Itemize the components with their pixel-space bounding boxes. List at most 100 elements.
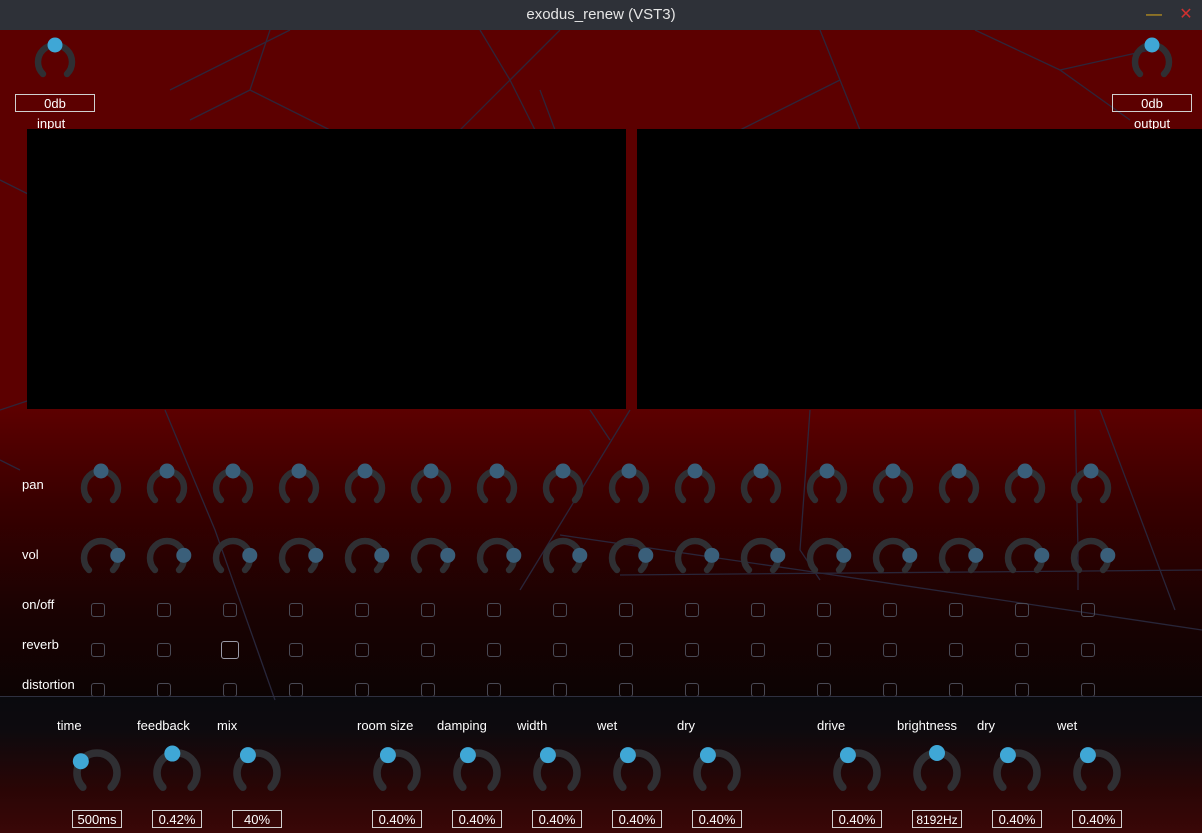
channel-2-onoff-checkbox[interactable] [157,603,171,617]
channel-3-pan-knob[interactable] [206,461,260,515]
reverb-width-value[interactable]: 0.40% [532,810,582,828]
delay-time-value[interactable]: 500ms [72,810,122,828]
channel-5-vol-knob[interactable] [338,531,392,585]
channel-13-vol-knob[interactable] [866,531,920,585]
channel-1-vol-knob[interactable] [74,531,128,585]
channel-9-vol-knob[interactable] [602,531,656,585]
channel-16-reverb-checkbox[interactable] [1081,643,1095,657]
channel-5-pan-knob[interactable] [338,461,392,515]
channel-1-reverb-checkbox[interactable] [91,643,105,657]
input-gain-knob[interactable] [28,35,82,89]
channel-9-pan-knob[interactable] [602,461,656,515]
distortion-wet-knob[interactable] [1067,743,1127,803]
channel-10-reverb-checkbox[interactable] [685,643,699,657]
channel-11-onoff-checkbox[interactable] [751,603,765,617]
channel-6-vol-knob[interactable] [404,531,458,585]
channel-8-reverb-checkbox[interactable] [553,643,567,657]
channel-10-pan-knob[interactable] [668,461,722,515]
delay-mix-value[interactable]: 40% [232,810,282,828]
channel-4-reverb-checkbox[interactable] [289,643,303,657]
channel-2-distortion-checkbox[interactable] [157,683,171,697]
channel-2-reverb-checkbox[interactable] [157,643,171,657]
distortion-drive-value[interactable]: 0.40% [832,810,882,828]
channel-14-reverb-checkbox[interactable] [949,643,963,657]
reverb-damping-value[interactable]: 0.40% [452,810,502,828]
reverb-width-knob[interactable] [527,743,587,803]
delay-feedback-knob[interactable] [147,743,207,803]
channel-12-reverb-checkbox[interactable] [817,643,831,657]
channel-9-onoff-checkbox[interactable] [619,603,633,617]
output-gain-knob[interactable] [1125,35,1179,89]
channel-16-pan-knob[interactable] [1064,461,1118,515]
close-button[interactable]: ✕ [1176,6,1196,24]
delay-mix-knob[interactable] [227,743,287,803]
minimize-button[interactable]: — [1144,6,1164,24]
channel-10-vol-knob[interactable] [668,531,722,585]
channel-7-reverb-checkbox[interactable] [487,643,501,657]
channel-5-reverb-checkbox[interactable] [355,643,369,657]
distortion-brightness-knob[interactable] [907,743,967,803]
channel-1-distortion-checkbox[interactable] [91,683,105,697]
channel-3-vol-knob[interactable] [206,531,260,585]
channel-4-vol-knob[interactable] [272,531,326,585]
channel-11-distortion-checkbox[interactable] [751,683,765,697]
channel-12-vol-knob[interactable] [800,531,854,585]
channel-4-onoff-checkbox[interactable] [289,603,303,617]
channel-15-vol-knob[interactable] [998,531,1052,585]
title-bar[interactable]: exodus_renew (VST3) — ✕ [0,0,1202,31]
channel-8-onoff-checkbox[interactable] [553,603,567,617]
channel-12-onoff-checkbox[interactable] [817,603,831,617]
channel-8-distortion-checkbox[interactable] [553,683,567,697]
channel-10-onoff-checkbox[interactable] [685,603,699,617]
input-gain-value[interactable]: 0db [15,94,95,112]
channel-13-distortion-checkbox[interactable] [883,683,897,697]
channel-7-pan-knob[interactable] [470,461,524,515]
channel-15-distortion-checkbox[interactable] [1015,683,1029,697]
distortion-drive-knob[interactable] [827,743,887,803]
channel-6-pan-knob[interactable] [404,461,458,515]
distortion-dry-knob[interactable] [987,743,1047,803]
channel-5-distortion-checkbox[interactable] [355,683,369,697]
channel-7-vol-knob[interactable] [470,531,524,585]
channel-5-onoff-checkbox[interactable] [355,603,369,617]
channel-2-pan-knob[interactable] [140,461,194,515]
channel-7-onoff-checkbox[interactable] [487,603,501,617]
channel-7-distortion-checkbox[interactable] [487,683,501,697]
channel-16-vol-knob[interactable] [1064,531,1118,585]
channel-6-distortion-checkbox[interactable] [421,683,435,697]
channel-14-onoff-checkbox[interactable] [949,603,963,617]
distortion-wet-value[interactable]: 0.40% [1072,810,1122,828]
channel-14-vol-knob[interactable] [932,531,986,585]
channel-1-onoff-checkbox[interactable] [91,603,105,617]
channel-15-pan-knob[interactable] [998,461,1052,515]
delay-feedback-value[interactable]: 0.42% [152,810,202,828]
channel-13-reverb-checkbox[interactable] [883,643,897,657]
channel-3-reverb-checkbox[interactable] [221,641,239,659]
channel-2-vol-knob[interactable] [140,531,194,585]
channel-8-pan-knob[interactable] [536,461,590,515]
distortion-brightness-value[interactable]: 8192Hz [912,810,962,828]
channel-11-reverb-checkbox[interactable] [751,643,765,657]
channel-15-onoff-checkbox[interactable] [1015,603,1029,617]
channel-13-onoff-checkbox[interactable] [883,603,897,617]
channel-16-distortion-checkbox[interactable] [1081,683,1095,697]
reverb-wet-value[interactable]: 0.40% [612,810,662,828]
channel-6-onoff-checkbox[interactable] [421,603,435,617]
reverb-dry-value[interactable]: 0.40% [692,810,742,828]
channel-10-distortion-checkbox[interactable] [685,683,699,697]
channel-9-reverb-checkbox[interactable] [619,643,633,657]
channel-12-pan-knob[interactable] [800,461,854,515]
reverb-dry-knob[interactable] [687,743,747,803]
channel-6-reverb-checkbox[interactable] [421,643,435,657]
distortion-dry-value[interactable]: 0.40% [992,810,1042,828]
channel-1-pan-knob[interactable] [74,461,128,515]
channel-11-pan-knob[interactable] [734,461,788,515]
output-gain-value[interactable]: 0db [1112,94,1192,112]
channel-3-distortion-checkbox[interactable] [223,683,237,697]
reverb-room-size-value[interactable]: 0.40% [372,810,422,828]
channel-15-reverb-checkbox[interactable] [1015,643,1029,657]
reverb-room-size-knob[interactable] [367,743,427,803]
channel-3-onoff-checkbox[interactable] [223,603,237,617]
channel-13-pan-knob[interactable] [866,461,920,515]
delay-time-knob[interactable] [67,743,127,803]
